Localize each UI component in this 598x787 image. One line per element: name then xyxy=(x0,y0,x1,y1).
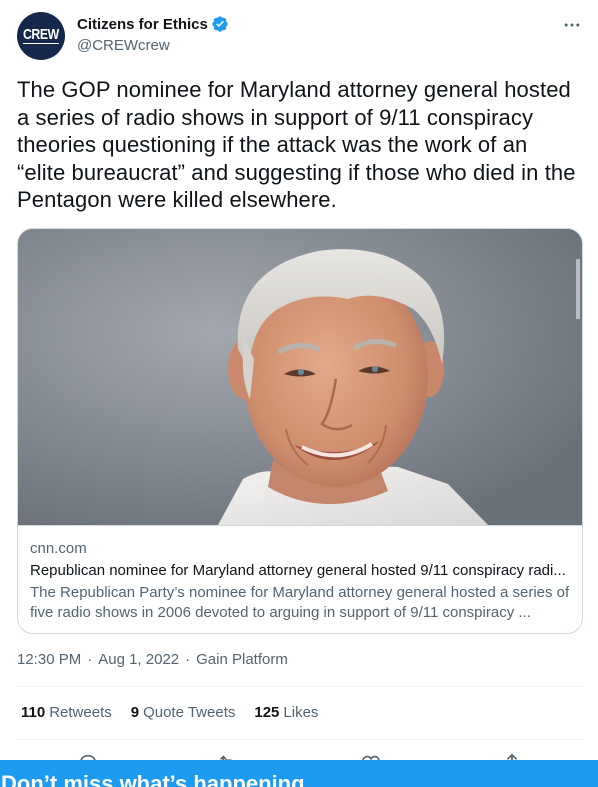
card-body[interactable]: cnn.com Republican nominee for Maryland … xyxy=(18,525,582,633)
display-name[interactable]: Citizens for Ethics xyxy=(77,16,208,33)
signup-banner[interactable]: Don’t miss what’s happening xyxy=(0,760,598,787)
user-handle[interactable]: @CREWcrew xyxy=(77,37,170,54)
quotes-count: 9 xyxy=(130,704,140,721)
link-card[interactable]: cnn.com Republican nominee for Maryland … xyxy=(17,228,583,634)
tweet-source[interactable]: Gain Platform xyxy=(196,651,288,668)
quotes-label: Quote Tweets xyxy=(143,704,236,721)
meta-separator: · xyxy=(185,651,191,668)
retweets-stat[interactable]: 110 Retweets xyxy=(21,704,112,721)
card-description: The Republican Party’s nominee for Maryl… xyxy=(30,584,570,621)
avatar-logo-text: CREW xyxy=(23,26,59,44)
tweet-text: The GOP nominee for Maryland attorney ge… xyxy=(17,77,576,213)
retweets-count: 110 xyxy=(21,704,46,721)
name-row: Citizens for Ethics xyxy=(77,15,229,33)
tweet: CREW Citizens for Ethics @CREWcrew The G… xyxy=(0,0,598,787)
card-domain: cnn.com xyxy=(30,540,87,557)
card-title: Republican nominee for Maryland attorney… xyxy=(30,562,566,579)
divider xyxy=(17,739,583,740)
more-options-icon[interactable] xyxy=(560,14,584,36)
meta-separator: · xyxy=(87,651,93,668)
retweets-label: Retweets xyxy=(49,704,112,721)
tweet-date[interactable]: Aug 1, 2022 xyxy=(98,651,179,668)
tweet-stats: 110 Retweets 9 Quote Tweets 125 Likes xyxy=(21,704,337,721)
banner-text: Don’t miss what’s happening xyxy=(1,771,305,787)
avatar[interactable]: CREW xyxy=(17,12,65,60)
quotes-stat[interactable]: 9 Quote Tweets xyxy=(131,704,236,721)
likes-stat[interactable]: 125 Likes xyxy=(254,704,318,721)
tweet-time[interactable]: 12:30 PM xyxy=(17,651,81,668)
card-image[interactable] xyxy=(18,229,582,525)
tweet-meta: 12:30 PM · Aug 1, 2022 · Gain Platform xyxy=(17,651,288,668)
likes-count: 125 xyxy=(254,704,280,721)
verified-badge-icon xyxy=(211,15,229,33)
likes-label: Likes xyxy=(283,704,319,721)
person-photo xyxy=(18,229,582,525)
divider xyxy=(17,686,583,687)
